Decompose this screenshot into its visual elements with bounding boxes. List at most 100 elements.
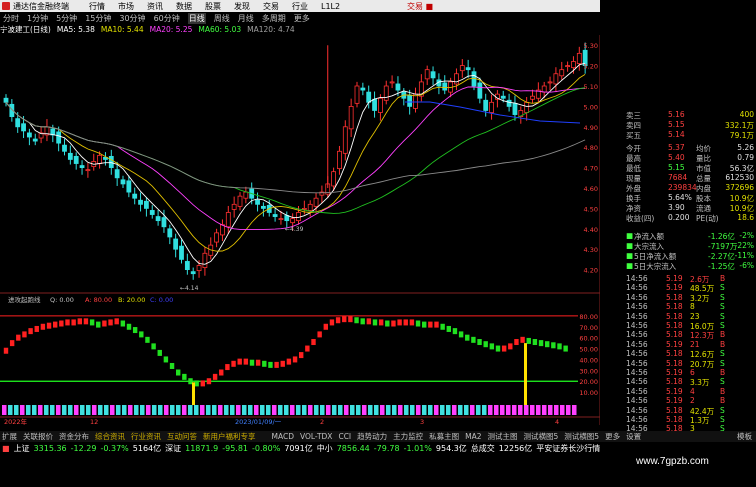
news-ticker[interactable]: 平安证券长沙行情: [536, 443, 600, 454]
indicator-tab[interactable]: 设置: [626, 431, 641, 442]
indicator-bar: [299, 352, 304, 359]
bottom-tab[interactable]: 关联报价: [23, 431, 53, 442]
indicator-tab[interactable]: MACD: [272, 432, 294, 441]
trade-menu-label[interactable]: 交易 ■: [407, 1, 433, 12]
indicator-bar: [126, 323, 132, 330]
color-bar: [128, 405, 133, 415]
indicator-tab[interactable]: MA2: [465, 432, 481, 441]
candle-body: [331, 171, 337, 187]
app-title: 通达信金融终端: [13, 1, 69, 11]
indicator-tick-label: 60.00: [579, 335, 598, 343]
bottom-tab[interactable]: 综合资讯: [95, 431, 125, 442]
color-bar: [188, 405, 193, 415]
sz-value: 11871.9: [185, 443, 219, 453]
candle-body: [576, 52, 582, 64]
flow-percent: -6%: [739, 261, 754, 270]
indicator-tab[interactable]: VOL-TDX: [300, 432, 332, 441]
indicator-tab[interactable]: CCI: [338, 432, 351, 441]
indicator-bar: [538, 340, 544, 347]
indicator-bar: [139, 331, 144, 338]
candle-body: [3, 97, 9, 103]
color-bar: [80, 405, 85, 415]
stat-value: 612530: [725, 173, 754, 182]
indicator-tab[interactable]: 更多: [605, 431, 620, 442]
tab-30min[interactable]: 30分钟: [119, 13, 145, 24]
menu-item-gupiao[interactable]: 股票: [205, 1, 221, 12]
bottom-tab[interactable]: 互动问答: [167, 431, 197, 442]
color-bar: [422, 405, 427, 415]
stat-row: 现量 7684 总量 612530: [626, 173, 756, 183]
tab-multi-period[interactable]: 多周期: [262, 13, 286, 24]
color-bar: [86, 405, 91, 415]
indicator-axis: 80.00 70.00 60.00 50.00 40.00 30.00 20.00 10.00: [579, 313, 598, 397]
candle-body: [301, 207, 307, 210]
tab-60min[interactable]: 60分钟: [154, 13, 180, 24]
color-bar: [500, 405, 505, 415]
menu-item-hangye[interactable]: 行业: [292, 1, 308, 12]
candle-body: [483, 99, 489, 111]
indicator-bar: [397, 319, 402, 326]
tick-time: 14:56: [626, 415, 648, 424]
color-bar: [38, 405, 43, 415]
color-bar: [434, 405, 439, 415]
tick-price: 5.19: [666, 368, 683, 377]
candle-body: [348, 106, 354, 130]
tab-15min[interactable]: 15分钟: [85, 13, 111, 24]
color-bar: [32, 405, 37, 415]
time-tick-label: 2023/01/09/一: [235, 418, 282, 425]
zx-label[interactable]: 中小: [317, 443, 333, 454]
menu-item-shichang[interactable]: 市场: [118, 1, 134, 12]
color-bar: [272, 405, 277, 415]
candle-body: [184, 261, 190, 271]
stat-row: 收益(四) 0.200 PE(动) 18.6: [626, 213, 756, 223]
indicator-bar: [89, 319, 95, 326]
candle-body: [284, 215, 290, 222]
indicator-bar: [563, 345, 568, 352]
tab-fenshi[interactable]: 分时: [3, 13, 19, 24]
indicator-bar: [409, 319, 415, 326]
indicator-tab[interactable]: 私募主图: [429, 431, 459, 442]
tab-monthly[interactable]: 月线: [238, 13, 254, 24]
color-bar: [488, 405, 493, 415]
indicator-tab[interactable]: 趋势动力: [357, 431, 387, 442]
bottom-tab[interactable]: 资金分布: [59, 431, 89, 442]
indicator-bar: [348, 316, 353, 323]
sh-label[interactable]: 上证: [14, 443, 30, 454]
indicator-tab[interactable]: 测试横图5: [564, 431, 599, 442]
bottom-tab[interactable]: 行业资讯: [131, 431, 161, 442]
menu-item-l1l2[interactable]: L1L2: [321, 2, 340, 11]
tab-5min[interactable]: 5分钟: [56, 13, 77, 24]
bottom-tab[interactable]: 新用户福利专享: [203, 431, 256, 442]
tab-more[interactable]: 更多: [294, 13, 310, 24]
sz-label[interactable]: 深证: [165, 443, 181, 454]
indicator-tab[interactable]: 测试主图: [488, 431, 518, 442]
candle-body: [225, 212, 231, 228]
bottom-tab[interactable]: 扩展: [2, 431, 17, 442]
indicator-bar: [3, 347, 9, 354]
indicator-bar: [237, 358, 242, 365]
candle-body: [26, 132, 32, 138]
color-bar: [212, 405, 217, 415]
tick-direction: B: [720, 330, 726, 340]
color-bar: [392, 405, 397, 415]
time-tick-label: 4: [555, 418, 559, 425]
indicator-bar: [108, 319, 113, 326]
tab-daily[interactable]: 日线: [187, 12, 206, 24]
menu-item-zixun[interactable]: 资讯: [147, 1, 163, 12]
stock-title[interactable]: 宁波建工(日线): [0, 24, 51, 35]
menu-item-jiaoyi[interactable]: 交易: [263, 1, 279, 12]
tab-1min[interactable]: 1分钟: [27, 13, 48, 24]
menu-item-hangqing[interactable]: 行情: [89, 1, 105, 12]
indicator-tab[interactable]: 主力监控: [393, 431, 423, 442]
flow-percent: -2%: [739, 231, 754, 240]
candle-body: [571, 61, 576, 69]
indicator-bar: [360, 318, 365, 325]
menu-item-faxian[interactable]: 发现: [234, 1, 250, 12]
candle-body: [489, 101, 494, 113]
candle-body: [108, 155, 114, 168]
kline-chart[interactable]: ←4.14 ←4.39 5.30 5.20 5.10 5.00 4.90 4.80 4.70 4…: [0, 35, 600, 425]
menu-item-shuju[interactable]: 数据: [176, 1, 192, 12]
template-tab[interactable]: 模板: [737, 431, 752, 442]
tab-weekly[interactable]: 周线: [214, 13, 230, 24]
indicator-tab[interactable]: 测试横图5: [524, 431, 559, 442]
